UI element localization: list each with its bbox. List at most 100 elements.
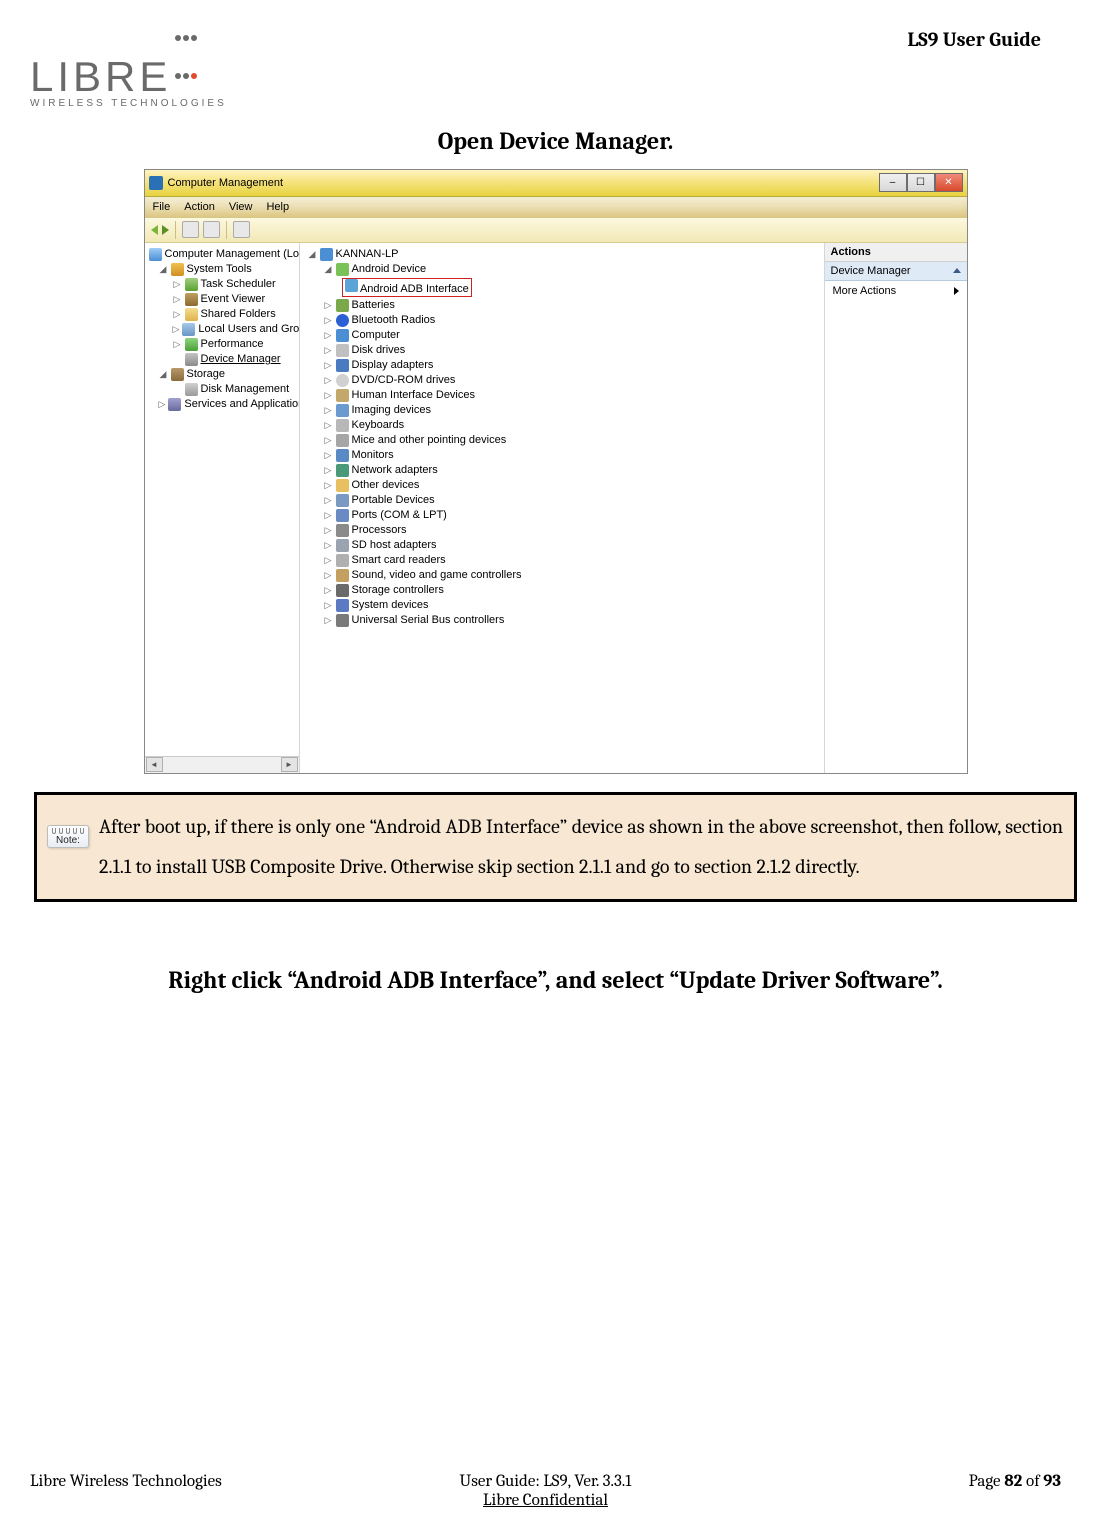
tree-device-manager[interactable]: Device Manager bbox=[147, 352, 299, 367]
toolbar-icon[interactable] bbox=[182, 221, 199, 238]
device-category[interactable]: ▷Processors bbox=[302, 523, 824, 538]
expander-icon[interactable]: ▷ bbox=[324, 570, 333, 581]
keyboard-icon bbox=[336, 419, 349, 432]
device-category[interactable]: ▷Monitors bbox=[302, 448, 824, 463]
menu-action[interactable]: Action bbox=[184, 201, 215, 213]
note-icon: Note: bbox=[43, 825, 93, 848]
expander-icon[interactable]: ▷ bbox=[324, 435, 333, 446]
expander-icon[interactable]: ▷ bbox=[173, 339, 182, 350]
expander-icon[interactable]: ▷ bbox=[324, 555, 333, 566]
tree-item[interactable]: ▷Local Users and Groups bbox=[147, 322, 299, 337]
expander-icon[interactable]: ◢ bbox=[324, 264, 333, 275]
device-category[interactable]: ▷Disk drives bbox=[302, 343, 824, 358]
ports-icon bbox=[336, 509, 349, 522]
expander-icon[interactable]: ◢ bbox=[308, 249, 317, 260]
expander-icon[interactable]: ▷ bbox=[324, 360, 333, 371]
window-titlebar[interactable]: Computer Management – ☐ ✕ bbox=[145, 170, 967, 197]
step-heading-1: Open Device Manager. bbox=[30, 127, 1081, 155]
device-adb-interface[interactable]: Android ADB Interface bbox=[302, 277, 824, 298]
device-category[interactable]: ▷Storage controllers bbox=[302, 583, 824, 598]
tree-system-tools[interactable]: ◢System Tools bbox=[147, 262, 299, 277]
tree-item[interactable]: ▷Event Viewer bbox=[147, 292, 299, 307]
sound-icon bbox=[336, 569, 349, 582]
expander-icon[interactable]: ▷ bbox=[324, 390, 333, 401]
scroll-right-icon[interactable]: ► bbox=[281, 757, 298, 772]
computer-icon bbox=[149, 248, 162, 261]
expander-icon[interactable]: ▷ bbox=[324, 480, 333, 491]
device-category[interactable]: ▷Display adapters bbox=[302, 358, 824, 373]
expander-icon[interactable]: ◢ bbox=[159, 369, 168, 380]
menu-help[interactable]: Help bbox=[266, 201, 289, 213]
expander-icon[interactable]: ▷ bbox=[324, 540, 333, 551]
scroll-left-icon[interactable]: ◄ bbox=[146, 757, 163, 772]
tree-storage[interactable]: ◢Storage bbox=[147, 367, 299, 382]
actions-section[interactable]: Device Manager bbox=[825, 262, 967, 281]
folder-icon bbox=[185, 308, 198, 321]
expander-icon[interactable]: ▷ bbox=[324, 510, 333, 521]
device-category[interactable]: ▷Mice and other pointing devices bbox=[302, 433, 824, 448]
expander-icon[interactable]: ▷ bbox=[324, 585, 333, 596]
device-category[interactable]: ▷Other devices bbox=[302, 478, 824, 493]
menu-view[interactable]: View bbox=[229, 201, 253, 213]
device-category[interactable]: ▷SD host adapters bbox=[302, 538, 824, 553]
device-category[interactable]: ▷Network adapters bbox=[302, 463, 824, 478]
device-android[interactable]: ◢Android Device bbox=[302, 262, 824, 277]
device-category[interactable]: ▷Imaging devices bbox=[302, 403, 824, 418]
back-icon[interactable] bbox=[151, 225, 158, 235]
dvd-icon bbox=[336, 374, 349, 387]
device-category[interactable]: ▷Ports (COM & LPT) bbox=[302, 508, 824, 523]
menu-file[interactable]: File bbox=[153, 201, 171, 213]
toolbar-icon[interactable] bbox=[203, 221, 220, 238]
minimize-button[interactable]: – bbox=[879, 173, 907, 192]
expander-icon[interactable]: ▷ bbox=[159, 399, 166, 410]
expander-icon[interactable]: ▷ bbox=[173, 294, 182, 305]
expander-icon[interactable]: ▷ bbox=[324, 315, 333, 326]
expander-icon[interactable]: ▷ bbox=[324, 330, 333, 341]
adb-icon bbox=[345, 279, 358, 292]
expander-icon[interactable]: ▷ bbox=[173, 324, 180, 335]
expander-icon[interactable]: ▷ bbox=[173, 279, 182, 290]
sd-icon bbox=[336, 539, 349, 552]
device-category[interactable]: ▷Portable Devices bbox=[302, 493, 824, 508]
device-category[interactable]: ▷Human Interface Devices bbox=[302, 388, 824, 403]
device-category[interactable]: ▷Computer bbox=[302, 328, 824, 343]
expander-icon[interactable]: ▷ bbox=[173, 309, 182, 320]
forward-icon[interactable] bbox=[162, 225, 169, 235]
expander-icon[interactable]: ▷ bbox=[324, 495, 333, 506]
expander-icon[interactable]: ▷ bbox=[324, 525, 333, 536]
expander-icon[interactable]: ▷ bbox=[324, 375, 333, 386]
device-category[interactable]: ▷Smart card readers bbox=[302, 553, 824, 568]
expander-icon[interactable]: ◢ bbox=[159, 264, 168, 275]
device-root[interactable]: ◢KANNAN-LP bbox=[302, 247, 824, 262]
expander-icon[interactable]: ▷ bbox=[324, 345, 333, 356]
tree-item[interactable]: Disk Management bbox=[147, 382, 299, 397]
tree-item[interactable]: ▷Shared Folders bbox=[147, 307, 299, 322]
usb-icon bbox=[336, 614, 349, 627]
collapse-icon[interactable] bbox=[953, 268, 961, 273]
device-category[interactable]: ▷Bluetooth Radios bbox=[302, 313, 824, 328]
tree-item[interactable]: ▷Performance bbox=[147, 337, 299, 352]
scrollbar[interactable]: ◄ ► bbox=[145, 756, 299, 773]
tree-root[interactable]: Computer Management (Local) bbox=[147, 247, 299, 262]
device-category[interactable]: ▷Keyboards bbox=[302, 418, 824, 433]
maximize-button[interactable]: ☐ bbox=[907, 173, 935, 192]
left-tree-pane: Computer Management (Local) ◢System Tool… bbox=[145, 243, 300, 773]
device-category[interactable]: ▷DVD/CD-ROM drives bbox=[302, 373, 824, 388]
device-category[interactable]: ▷Sound, video and game controllers bbox=[302, 568, 824, 583]
close-button[interactable]: ✕ bbox=[935, 173, 963, 192]
storage-icon bbox=[171, 368, 184, 381]
expander-icon[interactable]: ▷ bbox=[324, 615, 333, 626]
expander-icon[interactable]: ▷ bbox=[324, 300, 333, 311]
tree-services[interactable]: ▷Services and Applications bbox=[147, 397, 299, 412]
expander-icon[interactable]: ▷ bbox=[324, 405, 333, 416]
expander-icon[interactable]: ▷ bbox=[324, 420, 333, 431]
device-category[interactable]: ▷Universal Serial Bus controllers bbox=[302, 613, 824, 628]
toolbar-icon[interactable] bbox=[233, 221, 250, 238]
more-actions[interactable]: More Actions bbox=[825, 281, 967, 301]
tree-item[interactable]: ▷Task Scheduler bbox=[147, 277, 299, 292]
expander-icon[interactable]: ▷ bbox=[324, 600, 333, 611]
device-category[interactable]: ▷System devices bbox=[302, 598, 824, 613]
expander-icon[interactable]: ▷ bbox=[324, 465, 333, 476]
device-category[interactable]: ▷Batteries bbox=[302, 298, 824, 313]
expander-icon[interactable]: ▷ bbox=[324, 450, 333, 461]
